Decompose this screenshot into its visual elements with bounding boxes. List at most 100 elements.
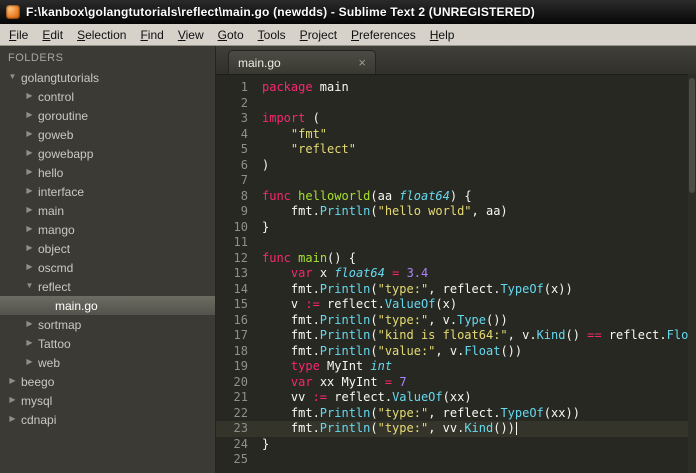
sidebar-file-main-go[interactable]: main.go (0, 296, 215, 315)
folders-header: FOLDERS (8, 52, 64, 64)
code-line-16[interactable]: 16 fmt.Println("type:", v.Type()) (216, 313, 696, 329)
code-line-23[interactable]: 23 fmt.Println("type:", vv.Kind()) (216, 421, 696, 437)
code-line-24[interactable]: 24} (216, 437, 696, 453)
scrollbar-track[interactable] (688, 74, 696, 473)
tab-close-icon[interactable]: × (358, 56, 366, 69)
code-token: (xx)) (543, 405, 580, 420)
code-line-18[interactable]: 18 fmt.Println("value:", v.Float()) (216, 344, 696, 360)
line-number: 4 (240, 126, 248, 141)
code-line-text: } (262, 437, 269, 453)
code-token: "type:" (377, 312, 429, 327)
code-token: (xx) (442, 390, 472, 404)
menu-item-file[interactable]: File (2, 26, 35, 44)
code-token: == (587, 328, 602, 342)
code-line-17[interactable]: 17 fmt.Println("kind is float64:", v.Kin… (216, 328, 696, 344)
menu-item-project[interactable]: Project (293, 26, 344, 44)
code-token: = (384, 374, 393, 389)
sidebar-folder-hello[interactable]: ▶ hello (0, 163, 215, 182)
code-token: Println (319, 312, 371, 327)
code-token: fmt. (262, 405, 320, 420)
sidebar-folder-cdnapi[interactable]: ▶ cdnapi (0, 410, 215, 429)
code-token: "fmt" (290, 126, 328, 141)
sidebar-folder-sortmap[interactable]: ▶ sortmap (0, 315, 215, 334)
code-token: ( (370, 421, 378, 435)
code-line-2[interactable]: 2 (216, 96, 696, 112)
code-line-15[interactable]: 15 v := reflect.ValueOf(x) (216, 297, 696, 313)
tree-item-label: control (38, 89, 75, 104)
line-number: 15 (233, 297, 248, 311)
code-line-12[interactable]: 12 func main() { (216, 251, 696, 267)
code-line-14[interactable]: 14 fmt.Println("type:", reflect.TypeOf(x… (216, 282, 696, 298)
chevron-right-icon: ▶ (26, 205, 33, 214)
tree-item-label: Tattoo (38, 336, 71, 351)
code-token: } (262, 219, 270, 234)
code-token: (x) (435, 297, 458, 311)
code-token: "value:" (377, 343, 436, 358)
code-line-4[interactable]: 4 "fmt" (216, 127, 696, 143)
sidebar-folder-oscmd[interactable]: ▶ oscmd (0, 258, 215, 277)
code-line-6[interactable]: 6) (216, 158, 696, 174)
menu-item-view[interactable]: View (171, 26, 211, 44)
sidebar-folder-web[interactable]: ▶ web (0, 353, 215, 372)
code-line-5[interactable]: 5 "reflect" (216, 142, 696, 158)
tree-item-label: web (38, 355, 61, 370)
code-token: := (312, 390, 328, 404)
sidebar-folder-mysql[interactable]: ▶ mysql (0, 391, 215, 410)
sidebar-folder-tattoo[interactable]: ▶ Tattoo (0, 334, 215, 353)
sidebar-folder-goweb[interactable]: ▶ goweb (0, 125, 215, 144)
code-line-3[interactable]: 3 import ( (216, 111, 696, 127)
code-line-10[interactable]: 10} (216, 220, 696, 236)
menu-item-selection[interactable]: Selection (70, 26, 133, 44)
code-editor[interactable]: 1 package main 2 3 import (4 "fmt" 5 "reflect… (216, 75, 696, 473)
code-line-8[interactable]: 8 func helloworld(aa float64) { (216, 189, 696, 205)
code-line-9[interactable]: 9 fmt.Println("hello world", aa) (216, 204, 696, 220)
menu-item-help[interactable]: Help (423, 26, 462, 44)
tree-item-label: goroutine (38, 108, 89, 123)
line-number: 20 (233, 374, 248, 389)
main-area: FOLDERS ▼ golangtutorials ▶ control ▶ gorouti… (0, 46, 696, 473)
code-line-21[interactable]: 21 vv := reflect.ValueOf(xx) (216, 390, 696, 406)
code-token: ) { (449, 188, 472, 203)
code-line-text: func helloworld(aa float64) { (262, 189, 472, 205)
menu-item-edit[interactable]: Edit (35, 26, 70, 44)
code-line-11[interactable]: 11 (216, 235, 696, 251)
code-token: Float (464, 343, 501, 358)
code-token: float64 (399, 188, 450, 203)
chevron-right-icon: ▶ (26, 186, 33, 195)
code-line-19[interactable]: 19 type MyInt int (216, 359, 696, 375)
line-number: 23 (233, 421, 248, 435)
code-line-13[interactable]: 13 var x float64 = 3.4 (216, 266, 696, 282)
menu-item-find[interactable]: Find (133, 26, 170, 44)
code-line-25[interactable]: 25 (216, 452, 696, 468)
scrollbar-thumb[interactable] (689, 78, 695, 193)
tree-item-label: main (38, 203, 65, 218)
sidebar-folder-mango[interactable]: ▶ mango (0, 220, 215, 239)
sidebar-folder-object[interactable]: ▶ object (0, 239, 215, 258)
code-token: ()) (486, 312, 508, 327)
sidebar-folder-interface[interactable]: ▶ interface (0, 182, 215, 201)
sidebar-folder-golangtutorials[interactable]: ▼ golangtutorials (0, 68, 215, 87)
tab-main-go[interactable]: main.go × (228, 50, 376, 74)
menu-item-goto[interactable]: Goto (211, 26, 251, 44)
code-token: ( (370, 343, 378, 358)
sidebar-folder-reflect[interactable]: ▼ reflect (0, 277, 215, 296)
code-line-text: fmt.Println("value:", v.Float()) (262, 344, 522, 360)
code-line-1[interactable]: 1 package main (216, 80, 696, 96)
sidebar-folder-main[interactable]: ▶ main (0, 201, 215, 220)
code-line-20[interactable]: 20 var xx MyInt = 7 (216, 375, 696, 391)
sidebar-folder-beego[interactable]: ▶ beego (0, 372, 215, 391)
menu-item-tools[interactable]: Tools (251, 26, 293, 44)
code-token: import (262, 111, 306, 125)
sidebar-folder-goroutine[interactable]: ▶ goroutine (0, 106, 215, 125)
code-token: var (290, 374, 313, 389)
sidebar-folder-gowebapp[interactable]: ▶ gowebapp (0, 144, 215, 163)
tree-item-label: golangtutorials (21, 70, 100, 85)
line-number: 6 (240, 157, 248, 172)
sidebar-folder-control[interactable]: ▶ control (0, 87, 215, 106)
title-bar: F:\kanbox\golangtutorials\reflect\main.g… (0, 0, 696, 24)
menu-item-preferences[interactable]: Preferences (344, 26, 423, 44)
code-line-22[interactable]: 22 fmt.Println("type:", reflect.TypeOf(x… (216, 406, 696, 422)
code-token: reflect. (327, 390, 393, 404)
code-line-7[interactable]: 7 (216, 173, 696, 189)
